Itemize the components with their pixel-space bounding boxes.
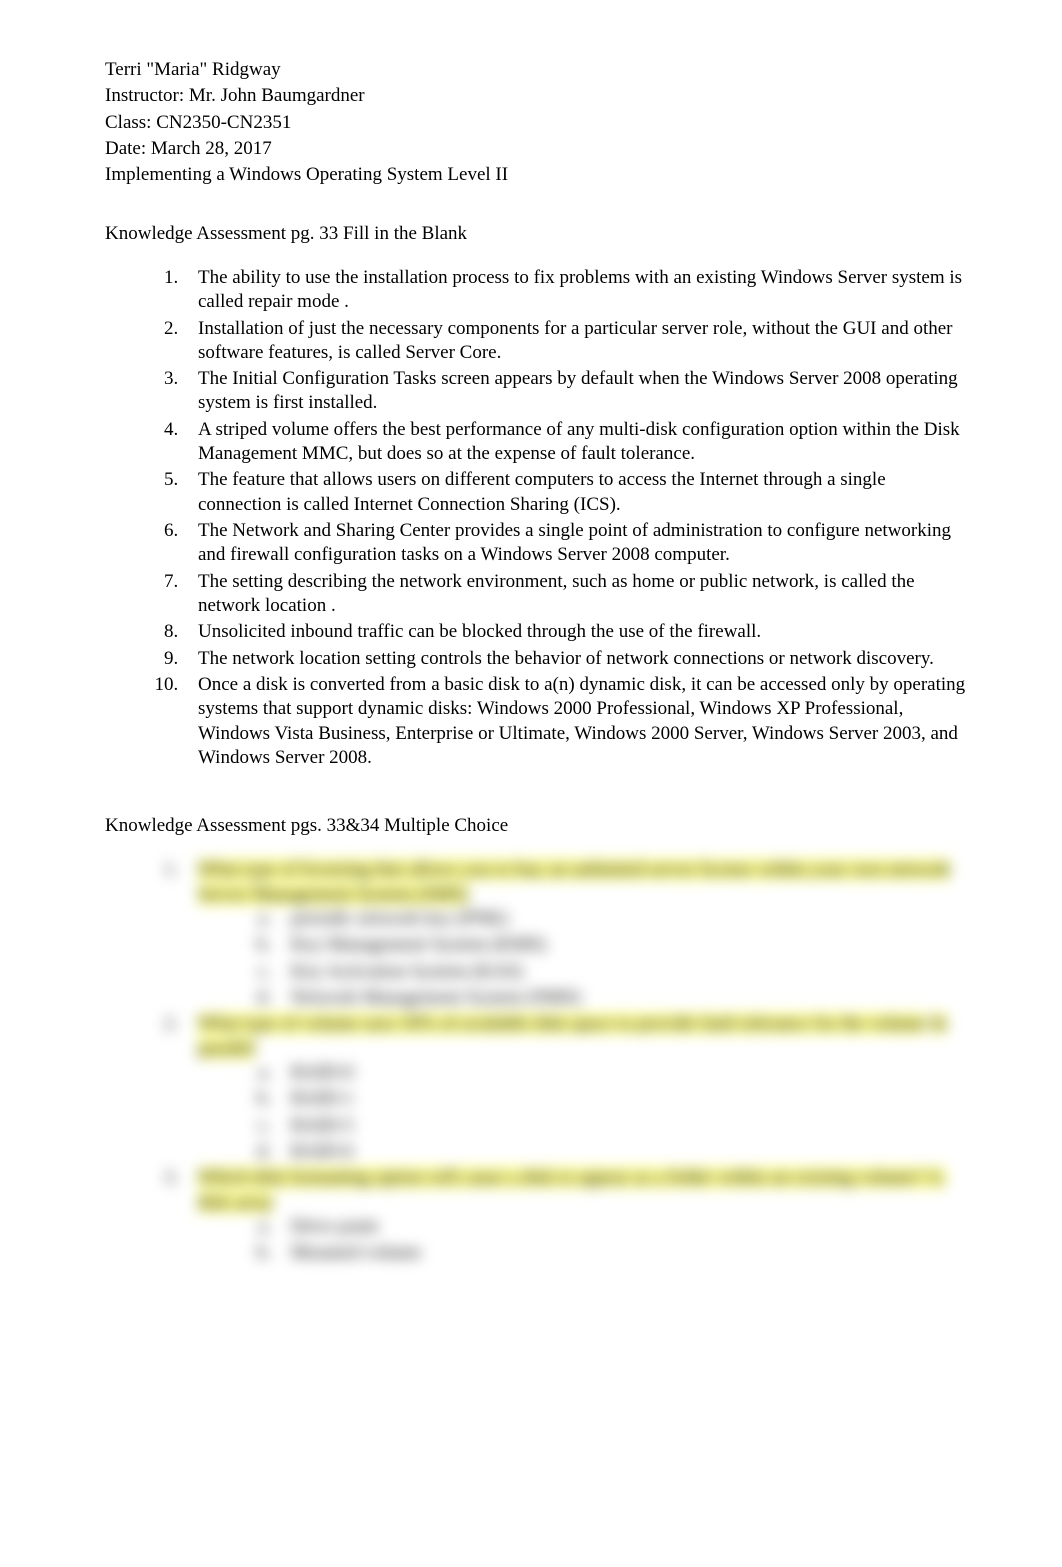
list-item: The feature that allows users on differe… (183, 468, 972, 517)
list-item: Mounted volume (276, 1241, 972, 1265)
list-item: periodic network key (PNK) (276, 907, 972, 931)
answer: Initial Configuration Tasks (232, 368, 436, 389)
list-item: The Initial Configuration Tasks screen a… (183, 367, 972, 416)
list-item: A striped volume offers the best perform… (183, 418, 972, 467)
answer: Server Core (405, 342, 496, 363)
document-page: Terri "Maria" Ridgway Instructor: Mr. Jo… (0, 0, 1062, 1567)
author-name: Terri "Maria" Ridgway (105, 58, 972, 82)
list-item: Unsolicited inbound traffic can be block… (183, 620, 972, 644)
list-item: RAID-5 (276, 1114, 972, 1138)
list-item: The ability to use the installation proc… (183, 266, 972, 315)
multiple-choice-list: What type of licensing that allows you t… (105, 858, 972, 1265)
list-item: Key Activation System (KAS) (276, 960, 972, 984)
list-item: RAID-6 (276, 1140, 972, 1164)
answer: network location (198, 595, 326, 616)
list-item: What type of volume uses 50% of availabl… (183, 1012, 972, 1164)
list-item: Drive point (276, 1215, 972, 1239)
option-list: periodic network key (PNK) Key Managemen… (198, 907, 972, 1010)
answer: disk array (198, 1192, 273, 1213)
answer: striped volume (215, 419, 328, 440)
class-line: Class: CN2350-CN2351 (105, 111, 972, 135)
instructor-line: Instructor: Mr. John Baumgardner (105, 84, 972, 108)
section1-heading: Knowledge Assessment pg. 33 Fill in the … (105, 222, 972, 246)
list-item: The setting describing the network envir… (183, 570, 972, 619)
list-item: RAID-0 (276, 1061, 972, 1085)
fill-blank-list: The ability to use the installation proc… (105, 266, 972, 770)
list-item: Network Management System (NMS) (276, 986, 972, 1010)
date-line: Date: March 28, 2017 (105, 137, 972, 161)
list-item: Once a disk is converted from a basic di… (183, 673, 972, 770)
answer: firewall (697, 621, 756, 642)
answer: network connections or network discovery (606, 648, 929, 669)
answer: repair mode (248, 291, 339, 312)
course-title: Implementing a Windows Operating System … (105, 163, 972, 187)
list-item: Which disk formatting option will cause … (183, 1166, 972, 1265)
section2-heading: Knowledge Assessment pgs. 33&34 Multiple… (105, 814, 972, 838)
list-item: Key Management System (KMS) (276, 933, 972, 957)
option-list: RAID-0 RAID-1 RAID-5 RAID-6 (198, 1061, 972, 1164)
answer: Server Management System (SMS) (198, 884, 468, 905)
list-item: The Network and Sharing Center provides … (183, 519, 972, 568)
answer: dynamic disk (579, 674, 681, 695)
answer: Internet Connection Sharing (ICS) (354, 494, 616, 515)
list-item: Installation of just the necessary compo… (183, 317, 972, 366)
list-item: The network location setting controls th… (183, 647, 972, 671)
list-item: RAID-1 (276, 1087, 972, 1111)
list-item: What type of licensing that allows you t… (183, 858, 972, 1010)
answer: In parallel (198, 1013, 947, 1058)
blurred-content: What type of licensing that allows you t… (105, 858, 972, 1265)
option-list: Drive point Mounted volume (198, 1215, 972, 1266)
answer: Network and Sharing Center (232, 520, 450, 541)
document-header: Terri "Maria" Ridgway Instructor: Mr. Jo… (105, 58, 972, 188)
